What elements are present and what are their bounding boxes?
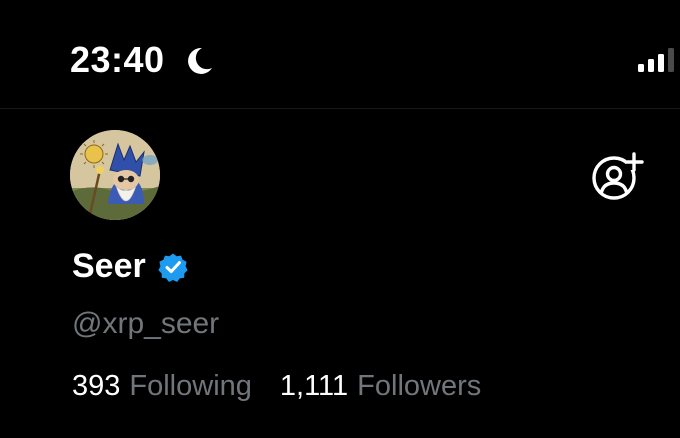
- status-bar: 23:40: [0, 0, 680, 110]
- profile-stats: 393 Following 1,111 Followers: [72, 366, 481, 406]
- avatar[interactable]: [70, 130, 160, 220]
- following-label: Following: [129, 370, 252, 402]
- add-user-icon[interactable]: [590, 150, 646, 202]
- cellular-signal-icon: [638, 48, 674, 72]
- following-count: 393: [72, 370, 121, 402]
- moon-icon: [188, 47, 212, 74]
- following-link[interactable]: 393 Following: [72, 366, 252, 406]
- status-time: 23:40: [70, 39, 165, 80]
- followers-link[interactable]: 1,111 Followers: [280, 366, 481, 406]
- followers-label: Followers: [357, 370, 482, 402]
- followers-count: 1,111: [279, 370, 349, 402]
- user-handle: @xrp_seer: [72, 307, 220, 340]
- verified-badge-icon[interactable]: [158, 252, 188, 282]
- wizard-avatar-image: [70, 130, 160, 220]
- display-name: Seer: [72, 247, 146, 285]
- name-row: Seer: [72, 244, 188, 288]
- header-divider: [0, 108, 680, 109]
